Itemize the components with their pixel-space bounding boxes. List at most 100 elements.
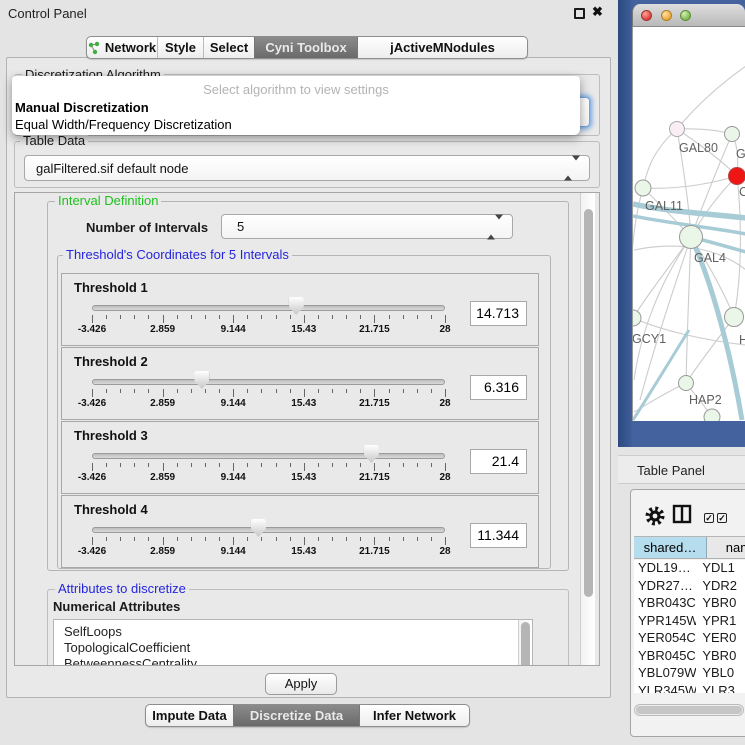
tab-infer-network[interactable]: Infer Network	[359, 705, 469, 726]
network-edge[interactable]	[634, 237, 691, 380]
threshold-slider-track[interactable]	[92, 379, 445, 385]
tab-label: Infer Network	[373, 708, 456, 723]
cell-name: YER0	[696, 630, 745, 648]
attribute-item[interactable]: TopologicalCoefficient	[54, 640, 532, 656]
minimize-traffic-light[interactable]	[661, 10, 672, 21]
network-edge[interactable]	[643, 176, 737, 188]
threshold-slider-thumb[interactable]	[364, 445, 379, 463]
tick-label: -3.426	[62, 546, 122, 557]
cell-shared-name: YPR145W	[634, 613, 696, 631]
table-row[interactable]: YBR045CYBR0	[634, 648, 745, 666]
network-node[interactable]	[670, 122, 685, 137]
tick-label: -3.426	[62, 398, 122, 409]
gear-icon[interactable]	[644, 505, 666, 527]
settings-vertical-scrollbar[interactable]	[580, 193, 595, 666]
table-row[interactable]: YDR27…YDR2	[634, 578, 745, 596]
threshold-panel: Threshold 2 -3.4262.8599.14415.4321.7152…	[61, 347, 539, 420]
combo-arrows-icon	[487, 219, 503, 234]
table-data-combobox[interactable]: galFiltered.sif default node	[24, 155, 590, 181]
column-header-name[interactable]: name	[707, 537, 745, 558]
number-of-intervals-combobox[interactable]: 5	[221, 214, 513, 239]
cell-shared-name: YBR043C	[634, 595, 696, 613]
threshold-value-field[interactable]: 11.344	[470, 523, 527, 548]
cell-name: YDR2	[696, 578, 745, 596]
select-columns-icon[interactable]: ✓✓	[704, 508, 730, 526]
table-row[interactable]: YER054CYER0	[634, 630, 745, 648]
table-row[interactable]: YLR345WYLR3	[634, 683, 745, 694]
slider-tick-labels: -3.4262.8599.14415.4321.71528	[92, 324, 445, 336]
split-columns-icon[interactable]	[672, 504, 692, 524]
threshold-slider-thumb[interactable]	[289, 297, 304, 315]
tab-style[interactable]: Style	[157, 37, 203, 58]
screen: Control Panel ✖ NetworkStyleSelectCyni T…	[0, 0, 745, 745]
threshold-slider-thumb[interactable]	[251, 519, 266, 537]
network-node[interactable]	[679, 376, 694, 391]
threshold-slider-track[interactable]	[92, 453, 445, 459]
network-node[interactable]	[725, 127, 740, 142]
float-window-icon[interactable]	[574, 8, 585, 19]
table-horizontal-scrollbar[interactable]	[634, 704, 744, 716]
slider-ticks	[92, 537, 445, 546]
tab-network[interactable]: Network	[87, 37, 157, 58]
tab-label: Discretize Data	[250, 708, 343, 723]
threshold-value-field[interactable]: 21.4	[470, 449, 527, 474]
tick-label: 28	[415, 324, 475, 335]
table-row[interactable]: YBR043CYBR0	[634, 595, 745, 613]
table-row[interactable]: YPR145WYPR1	[634, 613, 745, 631]
tab-discretize-data[interactable]: Discretize Data	[233, 705, 359, 726]
tick-label: 15.43	[274, 398, 334, 409]
table-row[interactable]: YBL079WYBL0	[634, 665, 745, 683]
tab-cyni-toolbox[interactable]: Cyni Toolbox	[254, 37, 357, 58]
interval-definition-label: Interval Definition	[55, 194, 161, 208]
network-edge[interactable]	[677, 129, 732, 134]
network-node[interactable]	[680, 226, 703, 249]
threshold-label: Threshold 4	[74, 502, 148, 517]
network-edge[interactable]	[643, 129, 677, 188]
cell-shared-name: YDL19…	[634, 560, 696, 578]
column-header-shared-name[interactable]: shared…	[634, 537, 707, 558]
tick-label: 9.144	[203, 398, 263, 409]
tick-label: 2.859	[133, 398, 193, 409]
dropdown-placeholder-item[interactable]: Select algorithm to view settings	[15, 82, 577, 98]
network-node[interactable]	[704, 409, 720, 421]
network-desktop: GAL80GACGAL11GAL4GCY1HHAP2	[618, 0, 745, 447]
network-node[interactable]	[635, 180, 651, 196]
cell-shared-name: YDR27…	[634, 578, 696, 596]
attributes-list-scrollbar[interactable]	[518, 620, 532, 666]
tick-label: 15.43	[274, 472, 334, 483]
close-traffic-light[interactable]	[641, 10, 652, 21]
network-window-titlebar[interactable]	[632, 4, 745, 27]
numerical-attributes-list[interactable]: SelfLoopsTopologicalCoefficientBetweenne…	[53, 619, 533, 666]
dropdown-option-equal-width-frequency[interactable]: Equal Width/Frequency Discretization	[15, 117, 577, 133]
table-row[interactable]: YDL19…YDL1	[634, 560, 745, 578]
threshold-value-field[interactable]: 14.713	[470, 301, 527, 326]
combo-arrows-icon	[564, 161, 580, 176]
close-icon[interactable]: ✖	[592, 4, 603, 20]
table-data-value: galFiltered.sif default node	[25, 161, 188, 176]
threshold-slider-thumb[interactable]	[194, 371, 209, 389]
network-edge[interactable]	[677, 66, 745, 129]
tab-select[interactable]: Select	[203, 37, 254, 58]
tick-label: 21.715	[344, 472, 404, 483]
tab-jactivemnodules[interactable]: jActiveMNodules	[357, 37, 527, 58]
tick-label: 15.43	[274, 324, 334, 335]
network-edge[interactable]	[686, 237, 691, 383]
network-node[interactable]	[725, 308, 744, 327]
network-node[interactable]	[633, 310, 641, 326]
dropdown-option-manual-discretization[interactable]: Manual Discretization	[15, 100, 577, 116]
attribute-item[interactable]: BetweennessCentrality	[54, 656, 532, 666]
apply-button[interactable]: Apply	[265, 673, 337, 695]
threshold-value-field[interactable]: 6.316	[470, 375, 527, 400]
network-canvas[interactable]: GAL80GACGAL11GAL4GCY1HHAP2	[632, 27, 745, 421]
number-of-intervals-value: 5	[222, 219, 244, 234]
network-node[interactable]	[729, 168, 745, 185]
tick-label: 28	[415, 398, 475, 409]
threshold-slider-track[interactable]	[92, 527, 445, 533]
tab-impute-data[interactable]: Impute Data	[146, 705, 233, 726]
attribute-item[interactable]: SelfLoops	[54, 620, 532, 640]
zoom-traffic-light[interactable]	[680, 10, 691, 21]
network-node-label: C	[739, 185, 745, 199]
tick-label: 15.43	[274, 546, 334, 557]
threshold-slider-track[interactable]	[92, 305, 445, 311]
attributes-group-label: Attributes to discretize	[55, 582, 189, 596]
